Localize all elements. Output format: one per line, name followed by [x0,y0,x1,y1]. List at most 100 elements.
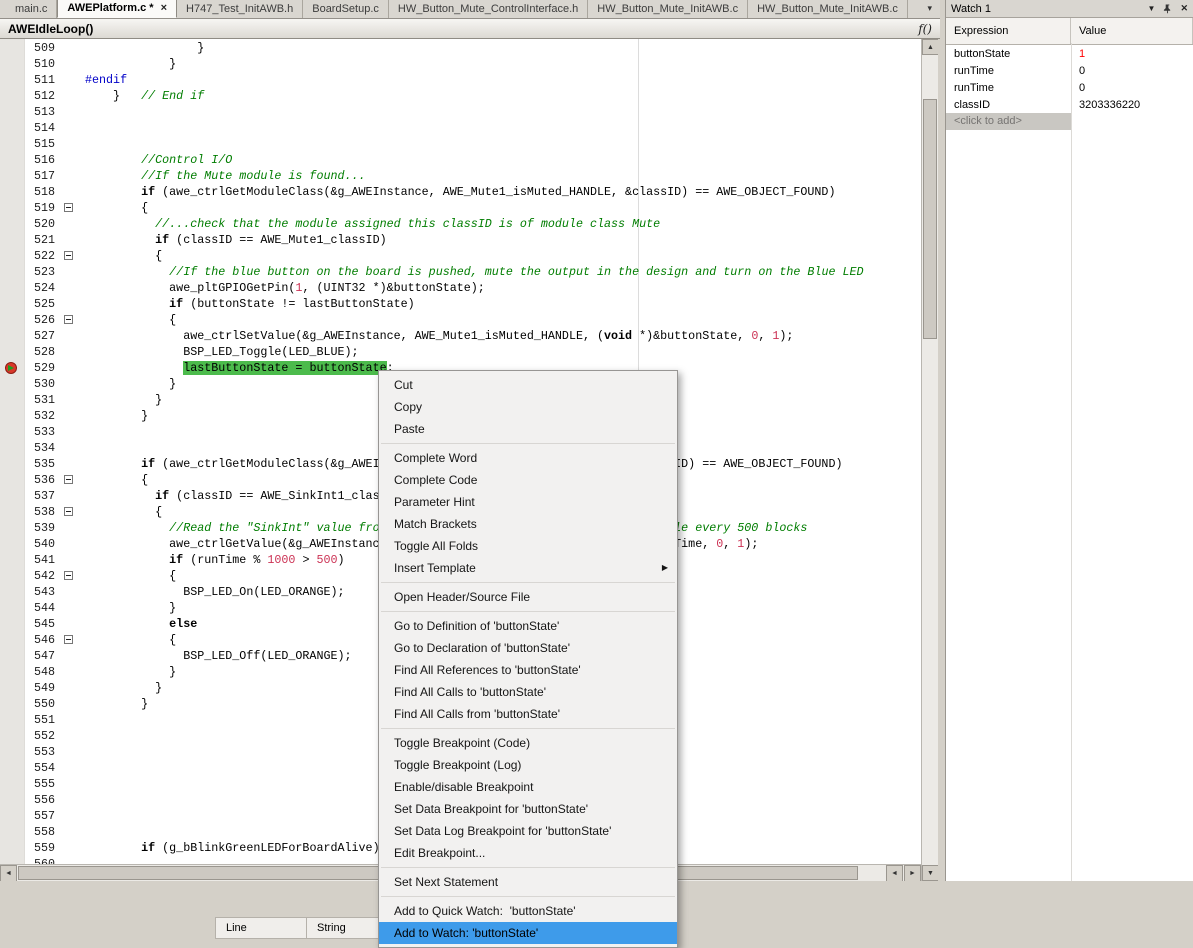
breakpoint-margin[interactable] [0,280,24,296]
fold-margin[interactable] [61,744,79,760]
breakpoint-margin[interactable] [0,312,24,328]
fold-margin[interactable] [61,424,79,440]
fold-margin[interactable] [61,376,79,392]
tab-boardsetup-c[interactable]: BoardSetup.c [303,0,389,18]
breakpoint-margin[interactable] [0,408,24,424]
code-line[interactable]: 512 } // End if [0,88,864,104]
menu-item-insert-template[interactable]: Insert Template▶ [379,557,677,579]
menu-item-toggle-breakpoint-code[interactable]: Toggle Breakpoint (Code) [379,732,677,754]
menu-item-go-to-definition-of-buttonstate[interactable]: Go to Definition of 'buttonState' [379,615,677,637]
fold-margin[interactable] [61,72,79,88]
menu-item-complete-word[interactable]: Complete Word [379,447,677,469]
breakpoint-margin[interactable] [0,776,24,792]
fold-margin[interactable] [61,792,79,808]
breakpoint-margin[interactable] [0,72,24,88]
code-line[interactable]: 511#endif [0,72,864,88]
breakpoint-margin[interactable] [0,328,24,344]
breakpoint-margin[interactable] [0,264,24,280]
code-line[interactable]: 515 [0,136,864,152]
breakpoint-margin[interactable] [0,520,24,536]
close-icon[interactable]: × [161,2,167,14]
breakpoint-margin[interactable] [0,632,24,648]
breakpoint-margin[interactable] [0,552,24,568]
fold-margin[interactable] [61,56,79,72]
breakpoint-margin[interactable] [0,136,24,152]
breakpoint-margin[interactable] [0,824,24,840]
menu-item-find-all-calls-from-buttonstate[interactable]: Find All Calls from 'buttonState' [379,703,677,725]
breakpoint-margin[interactable] [0,456,24,472]
fold-margin[interactable] [61,408,79,424]
tab-aweplatform-c[interactable]: AWEPlatform.c *× [57,0,177,18]
tab-hw-button-mute-controlinterface-h[interactable]: HW_Button_Mute_ControlInterface.h [389,0,588,18]
menu-item-go-to-declaration-of-buttonstate[interactable]: Go to Declaration of 'buttonState' [379,637,677,659]
fold-margin[interactable] [61,296,79,312]
tab-overflow-icon[interactable]: ▾ [927,3,932,14]
code-line[interactable]: 516 //Control I/O [0,152,864,168]
tab-main-c[interactable]: main.c [6,0,57,18]
watch-row[interactable]: buttonState1 [946,45,1193,62]
fold-margin[interactable] [61,568,79,584]
menu-item-find-all-references-to-buttonstate[interactable]: Find All References to 'buttonState' [379,659,677,681]
watch-titlebar[interactable]: Watch 1 ▼ ✕ [946,0,1193,18]
code-line[interactable]: 525 if (buttonState != lastButtonState) [0,296,864,312]
scroll-up-button[interactable]: ▲ [922,39,938,55]
watch-column-divider[interactable] [1071,43,1072,881]
breakpoint-margin[interactable] [0,376,24,392]
fold-collapse-icon[interactable] [64,315,73,324]
code-line[interactable]: 526 { [0,312,864,328]
menu-item-enable-disable-breakpoint[interactable]: Enable/disable Breakpoint [379,776,677,798]
watch-row[interactable]: runTime0 [946,79,1193,96]
fold-margin[interactable] [61,488,79,504]
menu-item-complete-code[interactable]: Complete Code [379,469,677,491]
menu-item-set-data-log-breakpoint-for-buttonstate[interactable]: Set Data Log Breakpoint for 'buttonState… [379,820,677,842]
fold-margin[interactable] [61,40,79,56]
breakpoint-margin[interactable] [0,40,24,56]
chevron-down-icon[interactable]: ▼ [1148,4,1156,13]
fold-margin[interactable] [61,632,79,648]
breakpoint-margin[interactable] [0,200,24,216]
code-line[interactable]: 509 } [0,40,864,56]
breakpoint-margin[interactable] [0,232,24,248]
vertical-scrollbar[interactable]: ▲ ▼ [921,39,938,881]
bottom-column-line[interactable]: Line [215,917,307,939]
fold-margin[interactable] [61,152,79,168]
breakpoint-margin[interactable] [0,216,24,232]
breakpoint-margin[interactable] [0,536,24,552]
breakpoint-margin[interactable] [0,792,24,808]
menu-item-add-to-quick-watch-buttonstate[interactable]: Add to Quick Watch: 'buttonState' [379,900,677,922]
fold-margin[interactable] [61,520,79,536]
breakpoint-margin[interactable] [0,424,24,440]
fold-margin[interactable] [61,696,79,712]
breakpoint-margin[interactable] [0,104,24,120]
menu-item-add-to-watch-buttonstate[interactable]: Add to Watch: 'buttonState' [379,922,677,944]
breakpoint-margin[interactable] [0,440,24,456]
scroll-left-button-2[interactable]: ◄ [886,865,903,881]
code-line[interactable]: 518 if (awe_ctrlGetModuleClass(&g_AWEIns… [0,184,864,200]
breakpoint-margin[interactable] [0,248,24,264]
breakpoint-margin[interactable] [0,712,24,728]
fold-margin[interactable] [61,184,79,200]
code-line[interactable]: 523 //If the blue button on the board is… [0,264,864,280]
watch-row[interactable]: <click to add> [946,113,1193,130]
breakpoint-margin[interactable] [0,664,24,680]
fold-margin[interactable] [61,616,79,632]
fold-collapse-icon[interactable] [64,203,73,212]
fold-margin[interactable] [61,600,79,616]
fold-margin[interactable] [61,456,79,472]
fold-margin[interactable] [61,776,79,792]
code-line[interactable]: 513 [0,104,864,120]
fold-margin[interactable] [61,472,79,488]
fold-margin[interactable] [61,680,79,696]
fold-collapse-icon[interactable] [64,507,73,516]
fold-margin[interactable] [61,232,79,248]
code-line[interactable]: 522 { [0,248,864,264]
scroll-right-button[interactable]: ► [904,865,921,881]
fold-collapse-icon[interactable] [64,571,73,580]
fold-margin[interactable] [61,328,79,344]
fold-margin[interactable] [61,344,79,360]
breakpoint-margin[interactable] [0,728,24,744]
menu-item-toggle-all-folds[interactable]: Toggle All Folds [379,535,677,557]
code-line[interactable]: 521 if (classID == AWE_Mute1_classID) [0,232,864,248]
breakpoint-margin[interactable] [0,472,24,488]
code-line[interactable]: 519 { [0,200,864,216]
